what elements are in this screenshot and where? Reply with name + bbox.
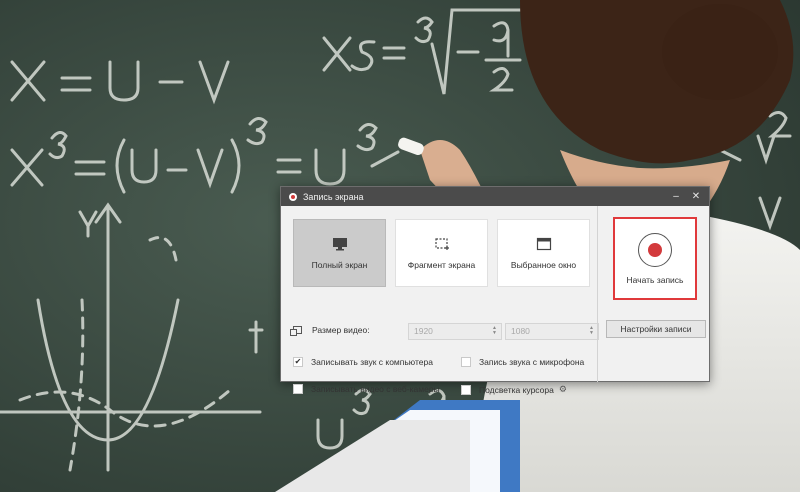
cursor-highlight-checkbox[interactable] — [461, 384, 471, 395]
video-size-icon — [290, 326, 302, 336]
mode-window-button[interactable]: Выбранное окно — [497, 219, 590, 287]
system-audio-label: Записывать звук с компьютера — [311, 357, 433, 367]
webcam-checkbox[interactable] — [293, 384, 303, 394]
webcam-label: Записывать видео с веб-камеры — [311, 384, 440, 394]
cursor-highlight-checkbox-row[interactable]: Подсветка курсора ⚙ — [461, 384, 567, 395]
minimize-button[interactable]: – — [669, 187, 683, 206]
mode-label: Выбранное окно — [510, 259, 577, 270]
video-size-label: Размер видео: — [312, 325, 370, 335]
mode-full-screen-button[interactable]: Полный экран — [293, 219, 386, 287]
cursor-highlight-label: Подсветка курсора — [479, 384, 554, 395]
system-audio-checkbox[interactable]: ✔ — [293, 357, 303, 367]
microphone-label: Запись звука с микрофона — [479, 357, 585, 367]
window-title: Запись экрана — [303, 191, 364, 202]
system-audio-checkbox-row[interactable]: ✔ Записывать звук с компьютера — [293, 357, 433, 367]
spin-arrows-icon[interactable]: ▲ ▼ — [492, 326, 497, 336]
close-button[interactable]: ✕ — [689, 187, 703, 206]
record-app-icon — [289, 192, 297, 201]
capture-options-panel: Полный экран Фрагмент экрана Выбранное о… — [281, 206, 599, 395]
video-width-value: 1920 — [414, 326, 433, 336]
start-recording-button[interactable]: Начать запись — [613, 217, 697, 300]
video-size-row: Размер видео: — [290, 325, 370, 336]
capture-mode-group: Полный экран Фрагмент экрана Выбранное о… — [293, 219, 590, 287]
video-height-value: 1080 — [511, 326, 530, 336]
gear-icon[interactable]: ⚙ — [559, 384, 567, 395]
mode-label: Фрагмент экрана — [407, 259, 476, 270]
screen-recorder-window: Запись экрана – ✕ Полный экран Фрагмент … — [280, 186, 711, 395]
record-panel: Начать запись Настройки записи — [598, 206, 711, 382]
monitor-icon — [332, 237, 347, 250]
mode-fragment-button[interactable]: Фрагмент экрана — [395, 219, 488, 287]
microphone-checkbox[interactable] — [461, 357, 471, 367]
window-icon — [536, 237, 551, 250]
mode-label: Полный экран — [311, 259, 368, 270]
video-width-input[interactable]: 1920 ▲ ▼ — [408, 323, 502, 340]
microphone-checkbox-row[interactable]: Запись звука с микрофона — [461, 357, 584, 367]
video-height-input[interactable]: 1080 ▲ ▼ — [505, 323, 599, 340]
spin-arrows-icon[interactable]: ▲ ▼ — [589, 326, 594, 336]
crop-fragment-icon — [434, 237, 449, 250]
webcam-checkbox-row[interactable]: Записывать видео с веб-камеры — [293, 384, 440, 394]
recording-settings-button[interactable]: Настройки записи — [606, 320, 706, 338]
record-dot-icon — [648, 242, 662, 257]
title-bar[interactable]: Запись экрана – ✕ — [281, 187, 709, 206]
start-recording-label: Начать запись — [626, 274, 684, 285]
record-circle-icon — [638, 232, 672, 267]
